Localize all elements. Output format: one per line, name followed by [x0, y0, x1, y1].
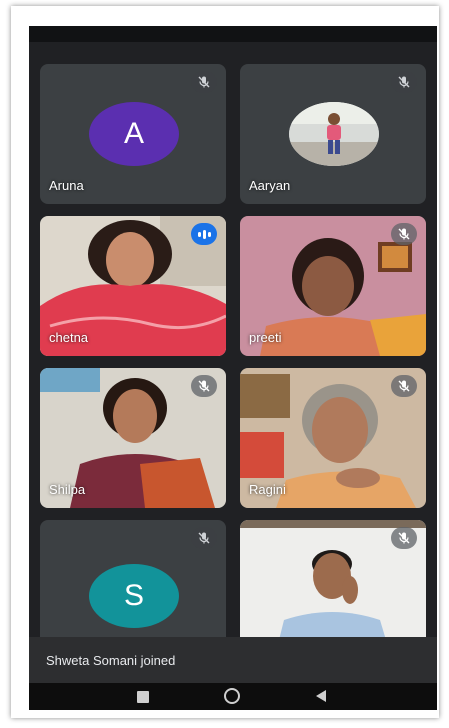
avatar: S	[89, 564, 179, 628]
participant-name: preeti	[249, 330, 282, 345]
meeting-screen: A Aruna Aaryan chetna preeti Shilpa Ragi…	[29, 26, 437, 710]
mic-off-icon	[191, 527, 217, 549]
participant-tile-shilpa[interactable]: Shilpa	[40, 368, 226, 508]
mic-off-icon	[391, 71, 417, 93]
participant-name: Ragini	[249, 482, 286, 497]
mic-off-icon	[191, 375, 217, 397]
participant-tile-ragini[interactable]: Ragini	[240, 368, 426, 508]
status-bar	[29, 26, 437, 42]
avatar-letter: S	[123, 579, 144, 612]
participant-tile-chetna[interactable]: chetna	[40, 216, 226, 356]
participant-name: Shilpa	[49, 482, 86, 497]
participant-tile-aruna[interactable]: A Aruna	[40, 64, 226, 204]
mic-off-icon	[391, 223, 417, 245]
profile-photo	[289, 102, 379, 166]
participant-name: Aaryan	[249, 178, 291, 193]
mic-off-icon	[191, 71, 217, 93]
join-notification-text: Shweta Somani joined	[46, 652, 176, 668]
participant-tile-preeti[interactable]: preeti	[240, 216, 426, 356]
recents-icon[interactable]	[137, 691, 149, 703]
participant-tile-aaryan[interactable]: Aaryan	[240, 64, 426, 204]
avatar: A	[89, 102, 179, 166]
join-notification: Shweta Somani joined	[29, 637, 437, 683]
avatar-letter: A	[123, 117, 144, 150]
participant-name: Aruna	[49, 178, 84, 193]
back-icon[interactable]	[316, 690, 326, 702]
mic-off-icon	[391, 527, 417, 549]
mic-off-icon	[391, 375, 417, 397]
participant-name: chetna	[49, 330, 89, 345]
navigation-bar	[29, 683, 437, 710]
speaking-indicator-icon	[191, 223, 217, 245]
home-icon[interactable]	[224, 688, 240, 704]
